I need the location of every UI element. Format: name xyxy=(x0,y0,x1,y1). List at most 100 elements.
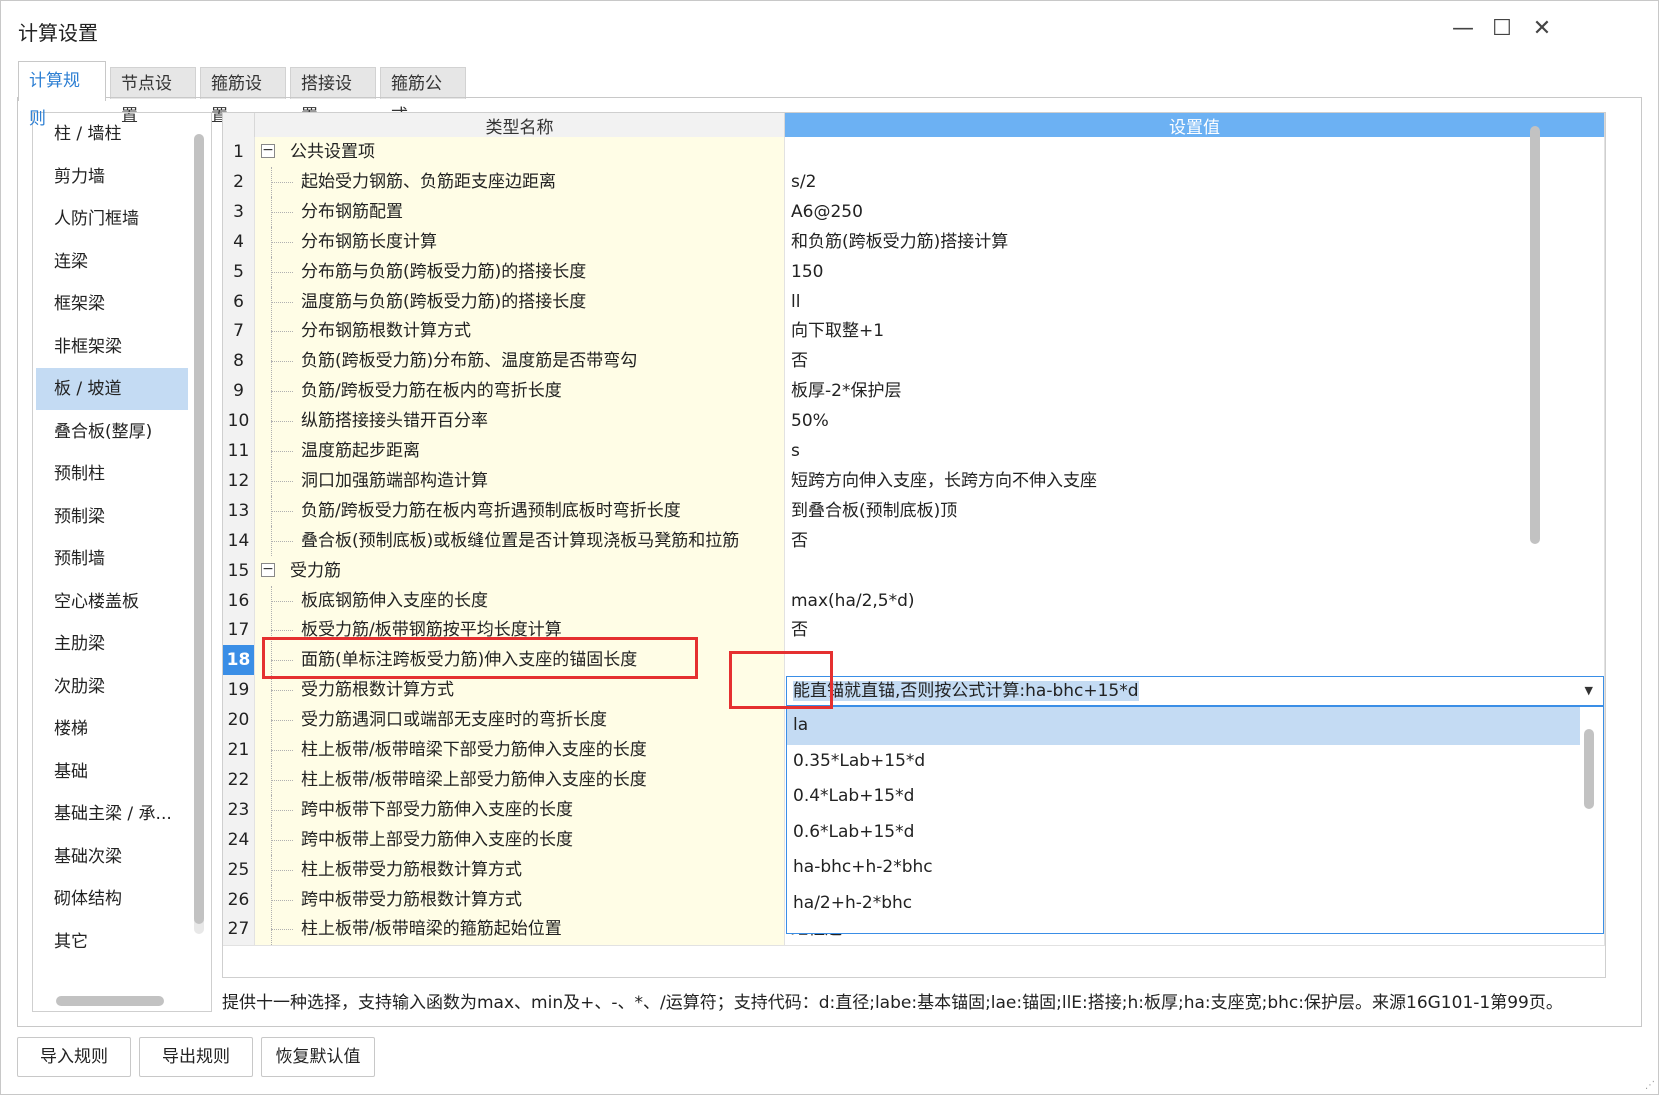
sidebar-item[interactable]: 楼梯 xyxy=(36,708,188,750)
export-rules-button[interactable]: 导出规则 xyxy=(139,1037,253,1077)
row-number[interactable]: 16 xyxy=(223,585,255,617)
table-row[interactable]: 4 分布钢筋长度计算 和负筋(跨板受力筋)搭接计算 xyxy=(223,226,1605,259)
dropdown-arrow-icon[interactable]: ▼ xyxy=(1585,677,1593,705)
sidebar-item[interactable]: 柱 / 墙柱 xyxy=(36,113,188,155)
row-number[interactable]: 15 xyxy=(223,555,255,588)
grid-scroll-thumb[interactable] xyxy=(1530,126,1540,544)
row-number[interactable]: 13 xyxy=(223,495,255,528)
setting-value-cell[interactable]: max(ha/2,5*d) xyxy=(785,585,1605,617)
row-number[interactable]: 25 xyxy=(223,854,255,887)
type-name-cell[interactable]: 负筋/跨板受力筋在板内弯折遇预制底板时弯折长度 xyxy=(255,495,785,528)
maximize-icon[interactable]: ☐ xyxy=(1488,15,1516,43)
restore-defaults-button[interactable]: 恢复默认值 xyxy=(261,1037,375,1077)
row-number[interactable]: 1 xyxy=(223,137,255,169)
table-row[interactable]: 9 负筋/跨板受力筋在板内的弯折长度 板厚-2*保护层 xyxy=(223,376,1605,408)
type-name-cell[interactable]: − 公共设置项 xyxy=(255,137,785,169)
setting-value-cell[interactable]: 否 xyxy=(785,615,1605,647)
tab-lap-settings[interactable]: 搭接设置 xyxy=(290,67,376,126)
table-row[interactable]: 5 分布筋与负筋(跨板受力筋)的搭接长度 150 xyxy=(223,256,1605,289)
dropdown-option[interactable]: ha/2+h-2*bhc xyxy=(787,885,1580,923)
table-row[interactable]: 3 分布钢筋配置 A6@250 xyxy=(223,196,1605,229)
dropdown-option[interactable]: 0.6*Lab+15*d xyxy=(787,814,1580,852)
type-name-cell[interactable]: 柱上板带/板带暗梁的箍筋起始位置 xyxy=(255,914,785,946)
type-name-cell[interactable]: 受力筋遇洞口或端部无支座时的弯折长度 xyxy=(255,705,785,737)
setting-value-cell[interactable]: s xyxy=(785,436,1605,468)
row-number[interactable]: 26 xyxy=(223,884,255,916)
setting-value-cell[interactable]: A6@250 xyxy=(785,196,1605,229)
table-row[interactable]: 7 分布钢筋根数计算方式 向下取整+1 xyxy=(223,316,1605,348)
setting-value-cell[interactable]: 否 xyxy=(785,346,1605,378)
sidebar-item[interactable]: 人防门框墙 xyxy=(36,198,188,240)
row-number[interactable]: 4 xyxy=(223,226,255,259)
type-name-cell[interactable]: 起始受力钢筋、负筋距支座边距离 xyxy=(255,166,785,199)
row-number[interactable]: 7 xyxy=(223,316,255,348)
type-name-cell[interactable]: 叠合板(预制底板)或板缝位置是否计算现浇板马凳筋和拉筋 xyxy=(255,525,785,558)
type-name-cell[interactable]: 洞口加强筋端部构造计算 xyxy=(255,465,785,498)
row-number[interactable]: 10 xyxy=(223,406,255,438)
collapse-icon[interactable]: − xyxy=(261,143,275,158)
row-number[interactable]: 14 xyxy=(223,525,255,558)
close-icon[interactable]: ✕ xyxy=(1528,15,1556,43)
type-name-cell[interactable]: 负筋(跨板受力筋)分布筋、温度筋是否带弯勾 xyxy=(255,346,785,378)
table-row[interactable]: 2 起始受力钢筋、负筋距支座边距离 s/2 xyxy=(223,166,1605,199)
table-row[interactable]: 15− 受力筋 xyxy=(223,555,1605,588)
sidebar-item[interactable]: 空心楼盖板 xyxy=(36,581,188,623)
row-number[interactable]: 27 xyxy=(223,914,255,946)
type-name-cell[interactable]: 跨中板带上部受力筋伸入支座的长度 xyxy=(255,824,785,857)
row-number[interactable]: 22 xyxy=(223,764,255,797)
type-name-cell[interactable]: 分布钢筋根数计算方式 xyxy=(255,316,785,348)
sidebar-item[interactable]: 基础主梁 / 承... xyxy=(36,793,188,835)
row-number[interactable]: 19 xyxy=(223,675,255,707)
type-name-cell[interactable]: 分布钢筋配置 xyxy=(255,196,785,229)
minimize-icon[interactable]: — xyxy=(1449,15,1477,43)
collapse-icon[interactable]: − xyxy=(261,562,275,577)
type-name-cell[interactable]: 跨中板带受力筋根数计算方式 xyxy=(255,884,785,916)
setting-value-cell[interactable] xyxy=(785,137,1605,169)
type-name-cell[interactable]: 温度筋起步距离 xyxy=(255,436,785,468)
row-number[interactable]: 8 xyxy=(223,346,255,378)
type-name-cell[interactable]: − 受力筋 xyxy=(255,555,785,588)
sidebar-item[interactable]: 次肋梁 xyxy=(36,666,188,708)
sidebar-item[interactable]: 叠合板(整厚) xyxy=(36,411,188,453)
table-row[interactable]: 8 负筋(跨板受力筋)分布筋、温度筋是否带弯勾 否 xyxy=(223,346,1605,378)
dropdown-option[interactable]: 0.35*Lab+15*d xyxy=(787,743,1580,781)
dropdown-option[interactable]: 0.4*Lab+15*d xyxy=(787,778,1580,816)
type-name-cell[interactable]: 受力筋根数计算方式 xyxy=(255,675,785,707)
row-number[interactable]: 23 xyxy=(223,794,255,827)
sidebar-horizontal-scrollbar[interactable] xyxy=(56,996,164,1006)
type-name-cell[interactable]: 板底钢筋伸入支座的长度 xyxy=(255,585,785,617)
setting-value-cell[interactable]: 短跨方向伸入支座，长跨方向不伸入支座 xyxy=(785,465,1605,498)
sidebar-item[interactable]: 板 / 坡道 xyxy=(36,368,188,410)
sidebar-item[interactable]: 砌体结构 xyxy=(36,878,188,920)
sidebar-item[interactable]: 主肋梁 xyxy=(36,623,188,665)
setting-value-cell[interactable]: s/2 xyxy=(785,166,1605,199)
tab-node-settings[interactable]: 节点设置 xyxy=(110,67,196,126)
table-row[interactable]: 14 叠合板(预制底板)或板缝位置是否计算现浇板马凳筋和拉筋 否 xyxy=(223,525,1605,558)
row-number[interactable]: 9 xyxy=(223,376,255,408)
type-name-cell[interactable]: 纵筋搭接接头错开百分率 xyxy=(255,406,785,438)
import-rules-button[interactable]: 导入规则 xyxy=(17,1037,131,1077)
sidebar-item[interactable]: 框架梁 xyxy=(36,283,188,325)
row-number[interactable]: 21 xyxy=(223,735,255,767)
type-name-cell[interactable]: 分布钢筋长度计算 xyxy=(255,226,785,259)
anchor-length-combobox[interactable]: 能直锚就直锚,否则按公式计算:ha-bhc+15*d ▼ xyxy=(786,676,1604,706)
sidebar-item[interactable]: 预制墙 xyxy=(36,538,188,580)
table-row[interactable]: 11 温度筋起步距离 s xyxy=(223,436,1605,468)
type-name-cell[interactable]: 柱上板带受力筋根数计算方式 xyxy=(255,854,785,887)
sidebar-item[interactable]: 其它 xyxy=(36,921,188,963)
sidebar-item[interactable]: 基础次梁 xyxy=(36,836,188,878)
type-name-cell[interactable]: 温度筋与负筋(跨板受力筋)的搭接长度 xyxy=(255,286,785,318)
type-name-cell[interactable]: 跨中板带下部受力筋伸入支座的长度 xyxy=(255,794,785,827)
row-number[interactable]: 5 xyxy=(223,256,255,289)
sidebar-scroll-thumb[interactable] xyxy=(194,134,204,924)
tab-stirrup-settings[interactable]: 箍筋设置 xyxy=(200,67,286,126)
dropdown-option[interactable]: ha-bhc+h-2*bhc xyxy=(787,849,1580,887)
row-number[interactable]: 20 xyxy=(223,705,255,737)
row-number[interactable]: 11 xyxy=(223,436,255,468)
resize-grip-icon[interactable]: ⋰ xyxy=(1645,1080,1655,1091)
type-name-cell[interactable]: 分布筋与负筋(跨板受力筋)的搭接长度 xyxy=(255,256,785,289)
row-number[interactable]: 12 xyxy=(223,465,255,498)
setting-value-cell[interactable]: 向下取整+1 xyxy=(785,316,1605,348)
row-number[interactable]: 6 xyxy=(223,286,255,318)
setting-value-cell[interactable]: 50% xyxy=(785,406,1605,438)
